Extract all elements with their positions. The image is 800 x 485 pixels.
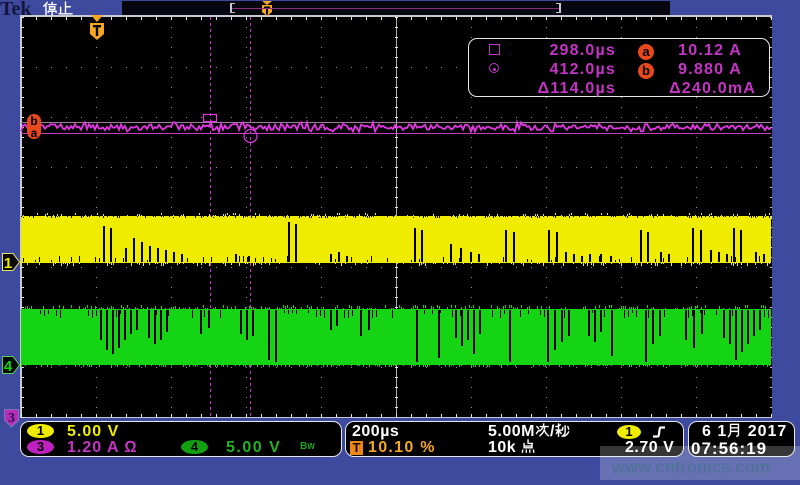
svg-text:1: 1 [4, 255, 12, 272]
svg-text:a: a [31, 126, 38, 140]
svg-text:3: 3 [8, 411, 15, 426]
svg-text:4: 4 [4, 358, 13, 375]
